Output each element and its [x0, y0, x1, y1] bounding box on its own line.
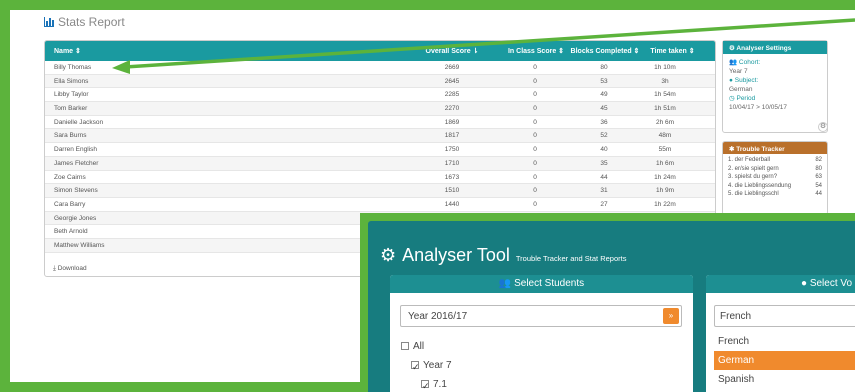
tree-item-all[interactable]: All: [401, 337, 452, 356]
tree-item-year[interactable]: Year 7: [401, 356, 452, 377]
gears-icon: ⚙: [380, 245, 397, 265]
tool-title: ⚙ Analyser Tool Trouble Tracker and Stat…: [380, 245, 627, 265]
student-tree: All Year 7 7.1: [401, 337, 452, 392]
year-select[interactable]: Year 2016/17 »: [400, 305, 682, 327]
analyser-tool-window: ⚙ Analyser Tool Trouble Tracker and Stat…: [360, 213, 855, 392]
vocab-option[interactable]: Spanish: [714, 370, 855, 389]
checkbox[interactable]: [411, 358, 420, 377]
double-chevron-down-icon[interactable]: »: [663, 308, 679, 324]
vocab-select[interactable]: French: [714, 305, 855, 327]
students-header: 👥 Select Students: [390, 275, 693, 293]
users-icon: 👥: [498, 278, 512, 289]
tree-item-class[interactable]: 7.1: [401, 375, 452, 392]
comment-icon: ●: [801, 278, 808, 289]
vocab-header: ● Select Vo: [706, 275, 855, 293]
select-students-panel: 👥 Select Students Year 2016/17 » All Yea…: [390, 275, 693, 392]
checkbox[interactable]: [421, 377, 430, 392]
checkbox[interactable]: [401, 342, 409, 351]
vocab-option[interactable]: French: [714, 332, 855, 351]
vocab-options: French German Spanish: [714, 332, 855, 389]
vocab-option[interactable]: German: [714, 351, 855, 370]
select-vocab-panel: ● Select Vo French French German Spanish: [706, 275, 855, 392]
